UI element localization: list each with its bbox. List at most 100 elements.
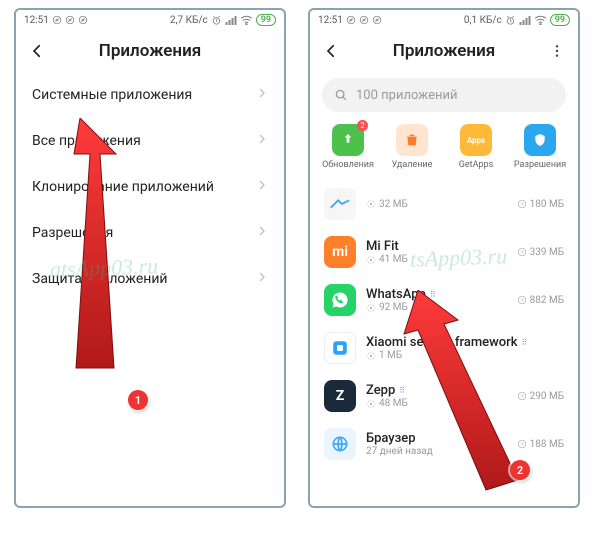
chevron-right-icon [256,179,268,195]
compass-icon [78,15,88,25]
clock-icon [517,247,527,257]
app-row-browser[interactable]: Браузер 27 дней назад 188 МБ [310,420,578,468]
status-time: 12:51 [318,15,343,26]
search-input[interactable]: 100 приложений [322,78,566,112]
qa-updates[interactable]: 2 Обновления [318,124,378,170]
compass-icon [52,15,62,25]
running-indicator-icon: ⠿ [399,386,406,395]
compass-icon [65,15,75,25]
app-icon: Z [324,380,356,412]
qa-permissions[interactable]: Разрешения [510,124,570,170]
app-name: Браузер [366,431,416,446]
chevron-right-icon [256,271,268,287]
app-icon [324,188,356,220]
page-title: Приложения [48,41,252,61]
search-placeholder: 100 приложений [356,88,457,103]
app-row[interactable]: 32 МБ 180 МБ [310,180,578,228]
qa-label: Удаление [392,160,433,170]
qa-getapps[interactable]: Apps GetApps [446,124,506,170]
app-icon [324,284,356,316]
page-title: Приложения [342,41,546,61]
settings-menu: Системные приложения Все приложения Клон… [16,72,284,302]
signal-icon [225,15,237,25]
quick-actions: 2 Обновления Удаление Apps GetApps Разре… [310,122,578,180]
app-storage: 290 МБ [530,391,564,402]
chevron-right-icon [256,87,268,103]
phone-right: 12:51 0,1 КБ/с 99 Приложения 100 приложе… [308,8,580,508]
app-size: 48 МБ [379,398,408,409]
app-bar: Приложения [310,30,578,72]
app-storage: 180 МБ [530,199,564,210]
chevron-right-icon [256,133,268,149]
phone-left: 12:51 2,7 КБ/с 99 Приложения Системные п… [14,8,286,508]
gear-icon [366,199,376,209]
gear-icon [366,399,376,409]
clock-icon [517,199,527,209]
menu-label: Разрешения [32,225,113,241]
gear-icon [366,255,376,265]
back-button[interactable] [26,40,48,62]
app-storage: 882 МБ [530,295,564,306]
trash-icon [404,132,420,148]
battery-icon: 99 [256,14,276,26]
menu-all-apps[interactable]: Все приложения [16,118,284,164]
shield-icon [532,132,548,148]
app-icon: mi [324,236,356,268]
back-button[interactable] [320,40,342,62]
app-row-xiaomi-sf[interactable]: Xiaomi service framework ⠿ 1 МБ [310,324,578,372]
wifi-icon [240,15,253,25]
app-name: Zepp [366,383,395,398]
compass-icon [372,15,382,25]
status-net: 0,1 КБ/с [464,15,502,26]
app-size: 41 МБ [379,254,408,265]
app-row-zepp[interactable]: Z Zepp ⠿ 48 МБ 290 МБ [310,372,578,420]
menu-label: Все приложения [32,133,141,149]
status-bar: 12:51 0,1 КБ/с 99 [310,10,578,30]
alarm-icon [211,15,222,26]
app-icon [324,428,356,460]
chevron-right-icon [256,225,268,241]
menu-clone-apps[interactable]: Клонирование приложений [16,164,284,210]
app-bar: Приложения [16,30,284,72]
app-size: 1 МБ [379,350,402,361]
status-net: 2,7 КБ/с [170,15,208,26]
app-row-whatsapp[interactable]: WhatsApp ⠿ 92 МБ 882 МБ [310,276,578,324]
app-size: 92 МБ [379,302,408,313]
app-name: WhatsApp [366,287,426,302]
clock-icon [517,391,527,401]
status-bar: 12:51 2,7 КБ/с 99 [16,10,284,30]
more-button[interactable] [546,40,568,62]
app-icon [324,332,356,364]
app-storage: 339 МБ [530,247,564,258]
app-storage: 188 МБ [530,439,564,450]
menu-system-apps[interactable]: Системные приложения [16,72,284,118]
qa-uninstall[interactable]: Удаление [382,124,442,170]
menu-protect-apps[interactable]: Защита приложений [16,256,284,302]
menu-label: Клонирование приложений [32,179,214,195]
status-time: 12:51 [24,15,49,26]
app-name: Mi Fit [366,239,399,254]
globe-icon [330,434,350,454]
clock-icon [517,439,527,449]
menu-label: Системные приложения [32,87,192,103]
gear-icon [366,351,376,361]
gear-icon [366,303,376,313]
running-indicator-icon: ⠿ [430,290,437,299]
app-size: 27 дней назад [366,446,433,457]
clock-icon [517,295,527,305]
compass-icon [359,15,369,25]
wifi-icon [534,15,547,25]
update-icon [340,132,356,148]
app-name: Xiaomi service framework [366,335,518,350]
menu-permissions[interactable]: Разрешения [16,210,284,256]
signal-icon [519,15,531,25]
app-row-mifit[interactable]: mi Mi Fit 41 МБ 339 МБ [310,228,578,276]
whatsapp-icon [331,291,349,309]
alarm-icon [505,15,516,26]
running-indicator-icon: ⠿ [522,338,529,347]
app-size: 32 МБ [379,199,408,210]
qa-label: GetApps [459,160,493,170]
app-list: 32 МБ 180 МБ mi Mi Fit 41 МБ 339 МБ [310,180,578,468]
compass-icon [346,15,356,25]
updates-badge: 2 [357,120,368,131]
